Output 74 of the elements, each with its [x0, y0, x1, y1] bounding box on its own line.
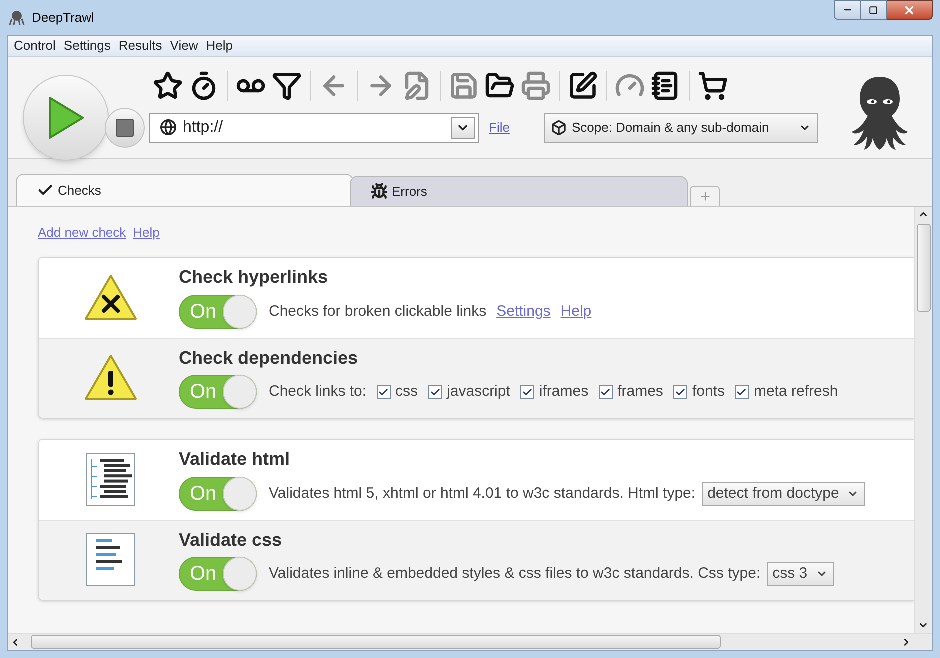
check-title: Check hyperlinks: [179, 266, 330, 289]
checkmark-icon: [378, 386, 390, 398]
checkbox-label: fonts: [692, 382, 725, 402]
check-description: Checks for broken clickable links: [269, 302, 487, 322]
warning-icon: [83, 353, 139, 403]
code-lines-icon: [86, 533, 136, 587]
checkbox[interactable]: [734, 385, 749, 400]
url-field[interactable]: http://: [149, 112, 479, 142]
checkbox-label: javascript: [447, 382, 510, 402]
cart-icon[interactable]: [698, 70, 728, 100]
menu-item[interactable]: View: [170, 36, 198, 56]
folder-icon[interactable]: [485, 70, 515, 100]
switch-knob: [223, 375, 257, 410]
switch-knob: [223, 476, 257, 511]
tab[interactable]: Checks: [16, 174, 354, 206]
check-description: Validates html 5, xhtml or html 4.01 to w3c standards. Html type:: [269, 484, 696, 504]
play-icon: [46, 94, 86, 140]
menu-item[interactable]: Settings: [64, 36, 111, 56]
window-title: DeepTrawl: [32, 8, 94, 27]
dropdown-button[interactable]: [451, 116, 475, 138]
checkbox[interactable]: [520, 385, 534, 400]
type-dropdown[interactable]: detect from doctype: [702, 482, 866, 506]
stop-button[interactable]: [105, 108, 145, 148]
menu-item[interactable]: Control: [14, 36, 56, 56]
filter-icon[interactable]: [272, 70, 302, 100]
check-title: Validate css: [179, 528, 284, 552]
close-button[interactable]: [887, 0, 933, 20]
checkbox-label: css: [396, 382, 418, 402]
checkbox[interactable]: [598, 385, 613, 400]
horizontal-scrollbar[interactable]: [8, 633, 932, 650]
checkbox-label: iframes: [539, 382, 589, 402]
tab[interactable]: Errors: [350, 176, 688, 206]
switch-knob: [223, 294, 257, 329]
star-icon[interactable]: [153, 70, 183, 100]
maximize-button[interactable]: [861, 0, 887, 20]
globe-icon: [160, 119, 177, 136]
plus-icon: [698, 190, 712, 203]
close-icon: [903, 4, 916, 16]
file-link[interactable]: File: [489, 118, 510, 138]
stop-icon: [116, 118, 134, 136]
check-description: Check links to:: [269, 382, 367, 402]
check-title: Check dependencies: [179, 346, 360, 370]
link[interactable]: Settings: [496, 300, 551, 323]
checkmark-icon: [522, 386, 533, 398]
checkmark-icon: [736, 386, 748, 398]
checkbox-label: frames: [618, 382, 664, 402]
checkmark-icon: [430, 386, 441, 398]
checkbox[interactable]: [376, 385, 391, 400]
check-title: Validate html: [179, 448, 292, 471]
warning-cross-icon: [83, 272, 139, 322]
switch-knob: [223, 557, 257, 592]
bug-icon: [371, 183, 388, 200]
checkmark-icon: [674, 386, 686, 398]
link[interactable]: Add new check: [38, 223, 126, 242]
app-icon: [9, 10, 25, 26]
checkmark-icon: [600, 386, 612, 398]
maximize-icon: [869, 6, 878, 14]
scroll-thumb[interactable]: [916, 224, 930, 312]
new-tab-button[interactable]: [690, 186, 720, 206]
cube-icon: [550, 120, 567, 136]
check-description: Validates inline & embedded styles & css files to w3c standards. Css type:: [269, 564, 761, 584]
code-tree-icon: [86, 452, 136, 506]
menu-item[interactable]: Results: [118, 36, 162, 56]
menu-item[interactable]: Help: [206, 36, 233, 56]
vertical-scrollbar[interactable]: [914, 207, 932, 633]
link[interactable]: Help: [133, 223, 160, 242]
type-dropdown[interactable]: css 3: [766, 562, 834, 586]
checkbox-label: meta refresh: [754, 382, 838, 402]
pencil-icon[interactable]: [568, 70, 598, 100]
checkbox[interactable]: [428, 385, 442, 400]
checkbox[interactable]: [673, 385, 688, 400]
link[interactable]: Help: [560, 300, 592, 323]
scope-dropdown[interactable]: Scope: Domain & any sub-domain: [544, 112, 818, 142]
scroll-thumb[interactable]: [31, 635, 721, 649]
